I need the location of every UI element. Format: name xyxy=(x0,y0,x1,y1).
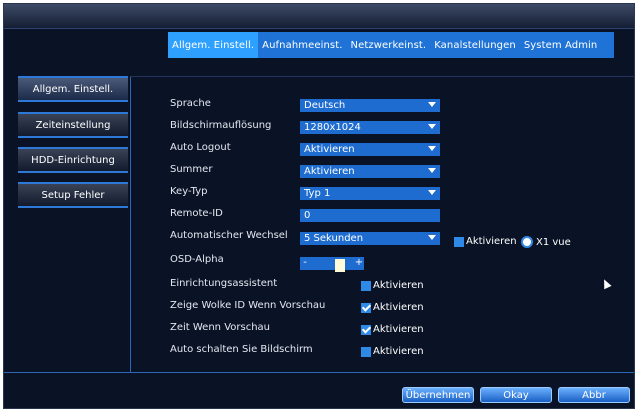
auto-logout-label: Auto Logout xyxy=(170,142,231,153)
key-typ-value: Typ 1 xyxy=(304,188,331,199)
auto-wechsel-label: Automatischer Wechsel xyxy=(170,230,288,241)
sidebar-item-hdd-einrichtung[interactable]: HDD-Einrichtung xyxy=(18,147,128,173)
osd-alpha-label: OSD-Alpha xyxy=(170,254,224,265)
sprache-label: Sprache xyxy=(170,98,211,109)
tab-bar: Allgem. Einstell. Aufnahmeeinst. Netzwer… xyxy=(168,32,614,58)
wolke-id-label: Zeige Wolke ID Wenn Vorschau xyxy=(170,300,326,311)
x1-vue-label: X1 vue xyxy=(536,236,571,248)
auto-logout-value: Aktivieren xyxy=(304,144,355,155)
aufloesung-label: Bildschirmauflösung xyxy=(170,120,272,131)
key-typ-select[interactable]: Typ 1 xyxy=(300,187,440,200)
content-top-divider xyxy=(130,76,634,77)
minus-icon[interactable]: - xyxy=(300,257,310,270)
einrichtungsassistent-checkbox[interactable]: Aktivieren xyxy=(361,280,424,291)
zeit-vorschau-label: Zeit Wenn Vorschau xyxy=(170,322,270,333)
cancel-button[interactable]: Abbr xyxy=(558,387,630,403)
checkbox-icon xyxy=(361,302,371,313)
tab-kanalstellungen[interactable]: Kanalstellungen xyxy=(430,32,520,58)
x1-vue-radio[interactable]: X1 vue xyxy=(521,236,571,248)
chevron-down-icon xyxy=(428,146,436,151)
checkbox-icon xyxy=(361,346,371,357)
plus-icon[interactable]: + xyxy=(354,257,364,270)
aufloesung-select[interactable]: 1280x1024 xyxy=(300,121,440,134)
chevron-down-icon xyxy=(428,102,436,107)
sprache-select[interactable]: Deutsch xyxy=(300,99,440,112)
sidebar-item-allgem-einstell[interactable]: Allgem. Einstell. xyxy=(18,76,128,102)
remote-id-input[interactable]: 0 xyxy=(300,209,440,222)
auto-bildschirm-check-label: Aktivieren xyxy=(373,346,424,357)
checkbox-icon xyxy=(361,324,371,335)
zeit-vorschau-checkbox[interactable]: Aktivieren xyxy=(361,324,424,335)
ok-button[interactable]: Okay xyxy=(480,387,552,403)
chevron-down-icon xyxy=(428,190,436,195)
apply-button[interactable]: Übernehmen xyxy=(402,387,474,403)
settings-window: Allgem. Einstell. Aufnahmeeinst. Netzwer… xyxy=(3,3,635,409)
sidebar-item-setup-fehler[interactable]: Setup Fehler xyxy=(18,182,128,208)
auto-wechsel-checkbox[interactable]: Aktivieren xyxy=(454,236,517,247)
chevron-down-icon xyxy=(428,168,436,173)
title-bar xyxy=(4,4,634,28)
auto-wechsel-select[interactable]: 5 Sekunden xyxy=(300,232,440,245)
mouse-cursor-icon xyxy=(600,277,612,290)
osd-alpha-slider[interactable]: - + xyxy=(300,257,364,272)
header-divider xyxy=(4,28,634,29)
tab-aufnahmeeinst[interactable]: Aufnahmeeinst. xyxy=(258,32,346,58)
footer-divider xyxy=(4,372,634,373)
chevron-down-icon xyxy=(428,124,436,129)
remote-id-label: Remote-ID xyxy=(170,208,223,219)
einrichtungsassistent-check-label: Aktivieren xyxy=(373,280,424,291)
checkbox-icon xyxy=(454,236,464,247)
tab-allgem-einstell[interactable]: Allgem. Einstell. xyxy=(168,32,259,58)
checkbox-icon xyxy=(361,280,371,291)
slider-thumb[interactable] xyxy=(335,259,345,272)
summer-select[interactable]: Aktivieren xyxy=(300,165,440,178)
auto-wechsel-value: 5 Sekunden xyxy=(304,233,364,244)
summer-label: Summer xyxy=(170,164,213,175)
auto-bildschirm-checkbox[interactable]: Aktivieren xyxy=(361,346,424,357)
radio-icon xyxy=(521,236,533,248)
sprache-value: Deutsch xyxy=(304,100,346,111)
key-typ-label: Key-Typ xyxy=(170,186,208,197)
auto-logout-select[interactable]: Aktivieren xyxy=(300,143,440,156)
einrichtungsassistent-label: Einrichtungsassistent xyxy=(170,278,278,289)
auto-wechsel-check-label: Aktivieren xyxy=(466,236,517,247)
wolke-id-checkbox[interactable]: Aktivieren xyxy=(361,302,424,313)
zeit-vorschau-check-label: Aktivieren xyxy=(373,324,424,335)
slider-track xyxy=(312,259,352,272)
wolke-id-check-label: Aktivieren xyxy=(373,302,424,313)
sidebar-item-zeiteinstellung[interactable]: Zeiteinstellung xyxy=(18,112,128,138)
auto-bildschirm-label: Auto schalten Sie Bildschirm xyxy=(170,344,313,355)
content-divider xyxy=(130,76,131,372)
tab-netzwerkeinst[interactable]: Netzwerkeinst. xyxy=(347,32,431,58)
aufloesung-value: 1280x1024 xyxy=(304,122,361,133)
summer-value: Aktivieren xyxy=(304,166,355,177)
chevron-down-icon xyxy=(428,235,436,240)
tab-system-admin[interactable]: System Admin xyxy=(520,32,602,58)
